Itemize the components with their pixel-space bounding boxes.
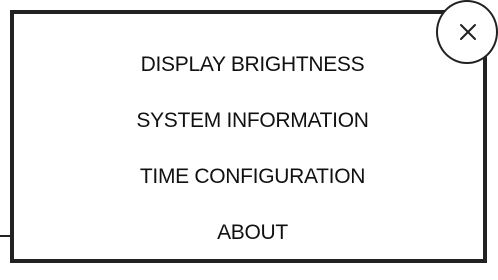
menu-item-system-information[interactable]: SYSTEM INFORMATION [14,107,491,135]
close-button[interactable] [436,0,498,64]
settings-menu-list: DISPLAY BRIGHTNESS SYSTEM INFORMATION TI… [14,14,491,267]
menu-item-time-configuration[interactable]: TIME CONFIGURATION [14,163,491,191]
menu-item-about[interactable]: ABOUT [14,219,491,247]
close-icon [460,24,476,40]
menu-item-display-brightness[interactable]: DISPLAY BRIGHTNESS [14,51,491,79]
settings-menu-panel: DISPLAY BRIGHTNESS SYSTEM INFORMATION TI… [10,10,487,263]
